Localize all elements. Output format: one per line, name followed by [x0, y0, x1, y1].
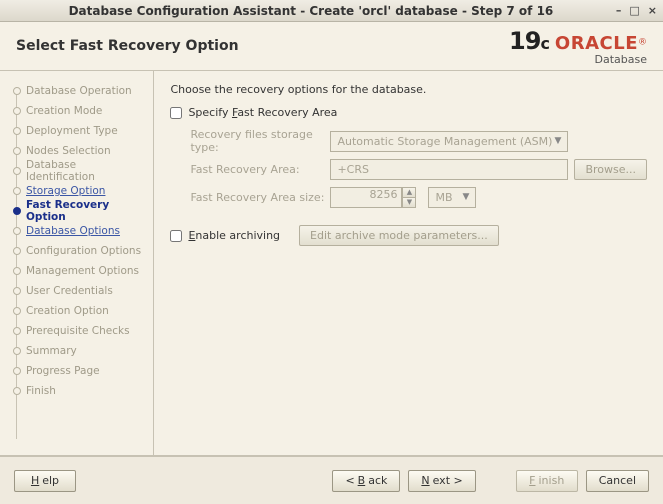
- fra-path-field[interactable]: +CRS: [330, 159, 568, 180]
- content-area: Choose the recovery options for the data…: [154, 71, 663, 455]
- wizard-step-label: Database Operation: [26, 85, 132, 97]
- chevron-down-icon: ▼: [463, 192, 470, 202]
- wizard-step-label: Storage Option: [26, 185, 105, 197]
- fra-size-unit-select[interactable]: MB ▼: [428, 187, 476, 208]
- step-dot-icon: [13, 347, 21, 355]
- fra-size-spinner[interactable]: 8256 ▲ ▼: [330, 187, 416, 208]
- window-title: Database Configuration Assistant - Creat…: [6, 4, 616, 18]
- wizard-step-8: Configuration Options: [12, 241, 147, 261]
- footer-bar: Help < Back Next > Finish Cancel: [0, 456, 663, 504]
- maximize-icon[interactable]: □: [629, 4, 639, 17]
- wizard-step-label: Prerequisite Checks: [26, 325, 130, 337]
- step-dot-icon: [13, 287, 21, 295]
- spinner-up-icon[interactable]: ▲: [402, 187, 416, 198]
- enable-archiving-checkbox[interactable]: [170, 230, 182, 242]
- step-dot-icon: [13, 127, 21, 135]
- wizard-step-11: Creation Option: [12, 301, 147, 321]
- wizard-step-label: Progress Page: [26, 365, 100, 377]
- step-dot-icon: [13, 187, 21, 195]
- specify-fra-checkbox[interactable]: [170, 107, 182, 119]
- minimize-icon[interactable]: –: [616, 4, 622, 17]
- wizard-step-2: Deployment Type: [12, 121, 147, 141]
- intro-text: Choose the recovery options for the data…: [170, 83, 647, 96]
- wizard-step-label: Creation Mode: [26, 105, 102, 117]
- wizard-step-6: Fast Recovery Option: [12, 201, 147, 221]
- window-controls: – □ ×: [616, 4, 657, 17]
- step-dot-icon: [13, 307, 21, 315]
- wizard-step-10: User Credentials: [12, 281, 147, 301]
- brand-oracle-text: ORACLE: [555, 33, 638, 54]
- page-title: Select Fast Recovery Option: [16, 38, 509, 54]
- wizard-step-label: Summary: [26, 345, 77, 357]
- step-dot-icon: [13, 207, 21, 215]
- cancel-button[interactable]: Cancel: [586, 470, 649, 492]
- spinner-down-icon[interactable]: ▼: [402, 197, 416, 208]
- back-button[interactable]: < Back: [332, 470, 400, 492]
- browse-button[interactable]: Browse...: [574, 159, 647, 180]
- wizard-step-7[interactable]: Database Options: [12, 221, 147, 241]
- wizard-step-13: Summary: [12, 341, 147, 361]
- brand-database-text: Database: [595, 54, 648, 66]
- wizard-step-label: Fast Recovery Option: [26, 199, 147, 223]
- enable-archiving-label: Enable archiving: [188, 229, 280, 242]
- wizard-step-label: Deployment Type: [26, 125, 118, 137]
- wizard-step-label: Management Options: [26, 265, 139, 277]
- wizard-step-3: Nodes Selection: [12, 141, 147, 161]
- close-icon[interactable]: ×: [648, 4, 657, 17]
- wizard-step-12: Prerequisite Checks: [12, 321, 147, 341]
- chevron-down-icon: ▼: [555, 136, 562, 146]
- wizard-step-label: Creation Option: [26, 305, 109, 317]
- fra-size-value[interactable]: 8256: [330, 187, 402, 208]
- wizard-step-5[interactable]: Storage Option: [12, 181, 147, 201]
- wizard-step-label: Configuration Options: [26, 245, 141, 257]
- specify-fra-label: Specify Fast Recovery Area: [188, 106, 337, 119]
- wizard-step-15: Finish: [12, 381, 147, 401]
- wizard-sidebar: Database Operation Creation Mode Deploymen…: [0, 71, 154, 455]
- step-dot-icon: [13, 387, 21, 395]
- step-dot-icon: [13, 167, 21, 175]
- step-dot-icon: [13, 267, 21, 275]
- step-dot-icon: [13, 327, 21, 335]
- page-header: Select Fast Recovery Option 19c ORACLE® …: [0, 22, 663, 70]
- step-dot-icon: [13, 147, 21, 155]
- wizard-step-0: Database Operation: [12, 81, 147, 101]
- wizard-step-label: Database Identification: [26, 159, 147, 183]
- step-dot-icon: [13, 107, 21, 115]
- next-button[interactable]: Next >: [408, 470, 475, 492]
- fra-path-label: Fast Recovery Area:: [190, 163, 330, 176]
- wizard-step-label: Nodes Selection: [26, 145, 111, 157]
- step-dot-icon: [13, 367, 21, 375]
- finish-button: Finish: [516, 470, 578, 492]
- wizard-step-1: Creation Mode: [12, 101, 147, 121]
- wizard-step-9: Management Options: [12, 261, 147, 281]
- storage-type-label: Recovery files storage type:: [190, 128, 330, 154]
- edit-archive-button[interactable]: Edit archive mode parameters...: [299, 225, 499, 246]
- wizard-step-label: Database Options: [26, 225, 120, 237]
- wizard-step-label: Finish: [26, 385, 56, 397]
- fra-size-label: Fast Recovery Area size:: [190, 191, 330, 204]
- window-titlebar: Database Configuration Assistant - Creat…: [0, 0, 663, 22]
- wizard-step-14: Progress Page: [12, 361, 147, 381]
- help-button[interactable]: Help: [14, 470, 76, 492]
- wizard-step-4: Database Identification: [12, 161, 147, 181]
- step-dot-icon: [13, 247, 21, 255]
- wizard-step-label: User Credentials: [26, 285, 113, 297]
- step-dot-icon: [13, 87, 21, 95]
- brand-logo: 19c ORACLE® Database: [509, 27, 647, 65]
- step-dot-icon: [13, 227, 21, 235]
- storage-type-select[interactable]: Automatic Storage Management (ASM) ▼: [330, 131, 568, 152]
- brand-version: 19c: [509, 27, 549, 55]
